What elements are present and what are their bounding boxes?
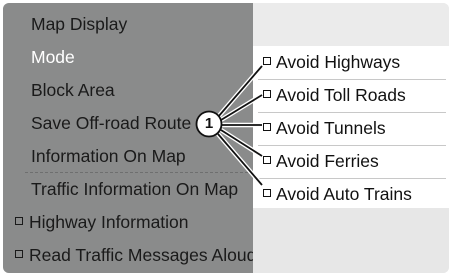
callout-number: 1 — [204, 115, 214, 132]
callout-lines — [195, 64, 264, 187]
